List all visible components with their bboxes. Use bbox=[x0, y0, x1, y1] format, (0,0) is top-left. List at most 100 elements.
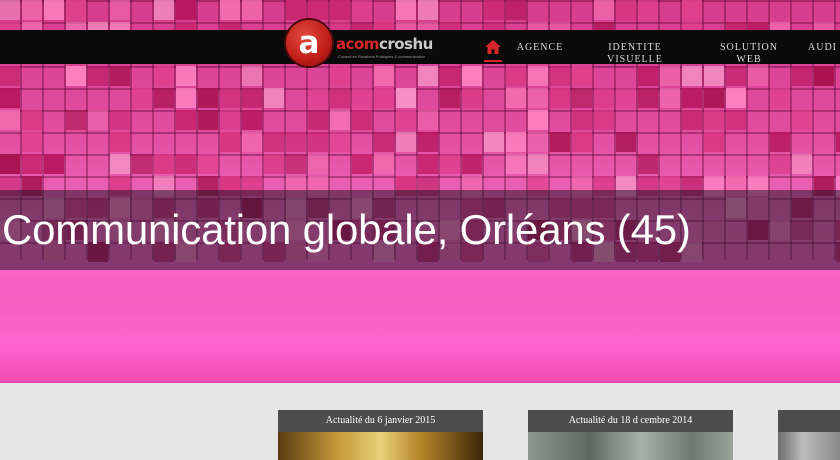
news-card-date bbox=[778, 410, 840, 432]
mosaic-tile bbox=[770, 154, 790, 174]
mosaic-tile bbox=[792, 66, 812, 86]
mosaic-tile bbox=[154, 154, 174, 174]
mosaic-tile bbox=[88, 110, 108, 130]
mosaic-tile bbox=[682, 0, 702, 20]
mosaic-tile bbox=[176, 66, 196, 86]
news-card-date: Actualité du 18 d cembre 2014 bbox=[528, 410, 733, 432]
mosaic-tile bbox=[0, 110, 20, 130]
mosaic-tile bbox=[528, 110, 548, 130]
mosaic-tile bbox=[594, 88, 614, 108]
brand-logo[interactable]: a acomcroshu Conseil en Relations Publiq… bbox=[286, 20, 462, 68]
news-card-date: Actualité du 6 janvier 2015 bbox=[278, 410, 483, 432]
mosaic-tile bbox=[616, 88, 636, 108]
mosaic-tile bbox=[0, 88, 20, 108]
mosaic-tile bbox=[660, 88, 680, 108]
mosaic-tile bbox=[726, 110, 746, 130]
mosaic-tile bbox=[550, 66, 570, 86]
news-card[interactable]: Actualité du 6 janvier 2015 bbox=[278, 410, 483, 460]
mosaic-tile bbox=[616, 132, 636, 152]
mosaic-tile bbox=[44, 0, 64, 20]
mosaic-tile bbox=[462, 154, 482, 174]
mosaic-tile bbox=[704, 66, 724, 86]
mosaic-tile bbox=[374, 154, 394, 174]
mosaic-tile bbox=[154, 66, 174, 86]
home-icon[interactable] bbox=[484, 37, 502, 61]
mosaic-tile bbox=[308, 154, 328, 174]
mosaic-tile bbox=[374, 88, 394, 108]
mosaic-tile bbox=[308, 132, 328, 152]
mosaic-tile bbox=[0, 66, 20, 86]
mosaic-tile bbox=[396, 88, 416, 108]
mosaic-tile bbox=[154, 88, 174, 108]
mosaic-tile bbox=[264, 154, 284, 174]
mosaic-tile bbox=[572, 66, 592, 86]
mosaic-tile bbox=[286, 154, 306, 174]
mosaic-tile bbox=[374, 132, 394, 152]
mosaic-tile bbox=[550, 88, 570, 108]
hero-gradient bbox=[0, 260, 840, 383]
mosaic-tile bbox=[462, 88, 482, 108]
mosaic-tile bbox=[110, 132, 130, 152]
mosaic-tile bbox=[528, 66, 548, 86]
mosaic-tile bbox=[506, 132, 526, 152]
news-card-image bbox=[278, 432, 483, 460]
mosaic-tile bbox=[550, 132, 570, 152]
mosaic-tile bbox=[638, 154, 658, 174]
mosaic-tile bbox=[748, 66, 768, 86]
mosaic-tile bbox=[440, 88, 460, 108]
mosaic-tile bbox=[286, 0, 306, 20]
mosaic-tile bbox=[220, 0, 240, 20]
news-card[interactable]: Actualité du 18 d cembre 2014 bbox=[528, 410, 733, 460]
mosaic-tile bbox=[594, 0, 614, 20]
mosaic-tile bbox=[242, 110, 262, 130]
mosaic-tile bbox=[726, 66, 746, 86]
nav-item-solution-web[interactable]: SOLUTION WEB bbox=[716, 42, 782, 66]
mosaic-tile bbox=[242, 132, 262, 152]
mosaic-tile bbox=[66, 110, 86, 130]
mosaic-tile bbox=[572, 132, 592, 152]
mosaic-tile bbox=[506, 88, 526, 108]
logo-tagline: Conseil en Relations Publiques & communi… bbox=[338, 54, 426, 59]
logo-letter: a bbox=[298, 25, 320, 61]
mosaic-tile bbox=[572, 88, 592, 108]
mosaic-tile bbox=[0, 0, 20, 20]
page-title: Communication globale, Orléans (45) bbox=[2, 206, 691, 253]
mosaic-tile bbox=[330, 132, 350, 152]
mosaic-tile bbox=[462, 66, 482, 86]
mosaic-tile bbox=[66, 66, 86, 86]
nav-item-audit[interactable]: AUDI bbox=[808, 42, 840, 54]
mosaic-tile bbox=[770, 88, 790, 108]
mosaic-tile bbox=[110, 154, 130, 174]
mosaic-tile bbox=[176, 110, 196, 130]
mosaic-tile bbox=[396, 132, 416, 152]
mosaic-tile bbox=[110, 0, 130, 20]
mosaic-tile bbox=[528, 154, 548, 174]
mosaic-tile bbox=[154, 0, 174, 20]
mosaic-tile bbox=[44, 154, 64, 174]
news-card-image bbox=[528, 432, 733, 460]
mosaic-tile bbox=[704, 132, 724, 152]
mosaic-tile bbox=[484, 132, 504, 152]
mosaic-tile bbox=[440, 154, 460, 174]
nav-item-agence[interactable]: AGENCE bbox=[512, 42, 568, 54]
mosaic-tile bbox=[22, 154, 42, 174]
mosaic-tile bbox=[176, 154, 196, 174]
mosaic-tile bbox=[704, 88, 724, 108]
mosaic-tile bbox=[704, 110, 724, 130]
news-card[interactable] bbox=[778, 410, 840, 460]
mosaic-tile bbox=[682, 110, 702, 130]
mosaic-tile bbox=[418, 66, 438, 86]
mosaic-tile bbox=[330, 110, 350, 130]
mosaic-tile bbox=[264, 132, 284, 152]
mosaic-tile bbox=[528, 132, 548, 152]
mosaic-tile bbox=[770, 132, 790, 152]
mosaic-tile bbox=[682, 88, 702, 108]
mosaic-tile bbox=[198, 88, 218, 108]
mosaic-tile bbox=[792, 154, 812, 174]
nav-item-identite-visuelle[interactable]: IDENTITE VISUELLE bbox=[600, 42, 670, 66]
mosaic-tile bbox=[22, 110, 42, 130]
mosaic-tile bbox=[352, 0, 372, 20]
mosaic-tile bbox=[308, 0, 328, 20]
mosaic-tile bbox=[638, 88, 658, 108]
mosaic-tile bbox=[66, 0, 86, 20]
